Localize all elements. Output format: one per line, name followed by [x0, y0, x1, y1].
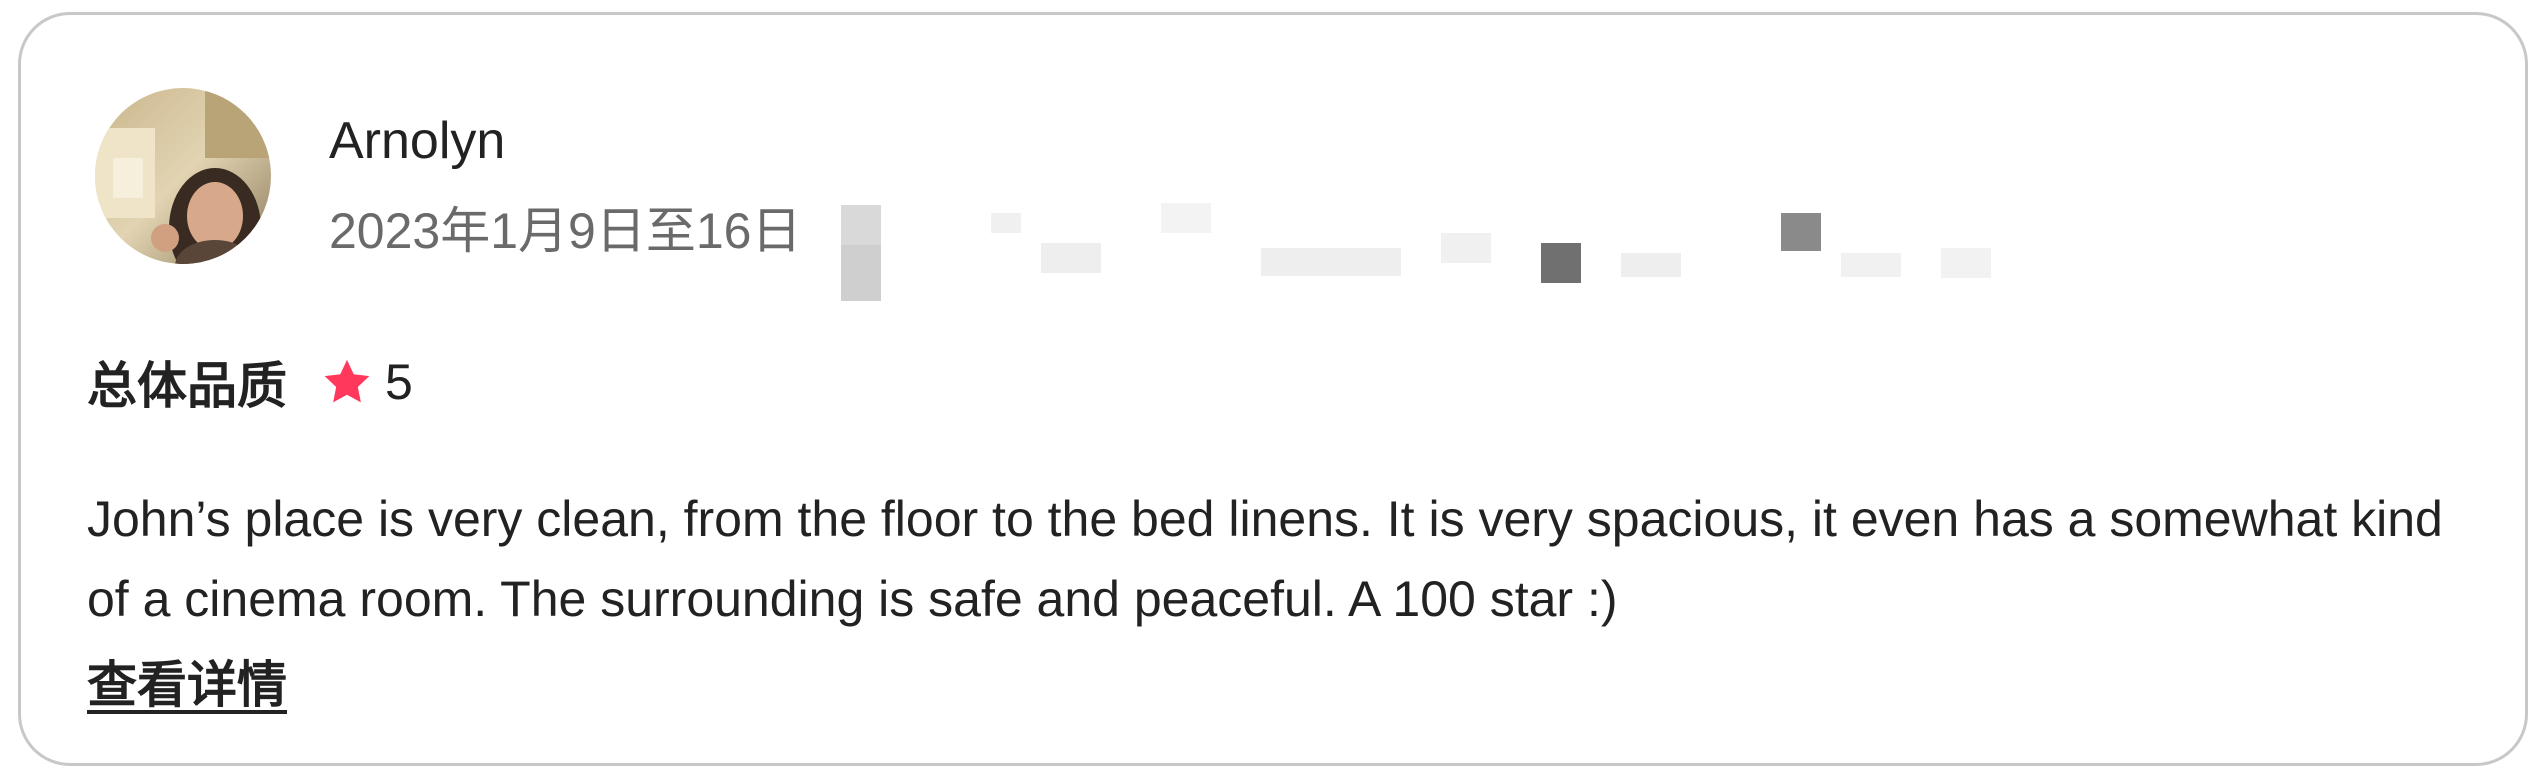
- stay-dates: 2023年1月9日至16日: [329, 203, 802, 259]
- redaction-mosaic: [841, 203, 1991, 301]
- review-body: John’s place is very clean, from the flo…: [87, 491, 2443, 627]
- rating-label: 总体品质: [87, 358, 287, 414]
- reviewer-name: Arnolyn: [329, 112, 506, 170]
- read-more-link[interactable]: 查看详情: [87, 645, 287, 717]
- star-icon: [321, 356, 373, 408]
- review-card: Arnolyn 2023年1月9日至16日 总体品质 5 John’s plac…: [18, 12, 2528, 766]
- avatar-image: [95, 88, 271, 264]
- overall-rating: 总体品质 5: [87, 347, 413, 417]
- rating-value: 5: [385, 354, 413, 410]
- avatar[interactable]: [95, 88, 271, 264]
